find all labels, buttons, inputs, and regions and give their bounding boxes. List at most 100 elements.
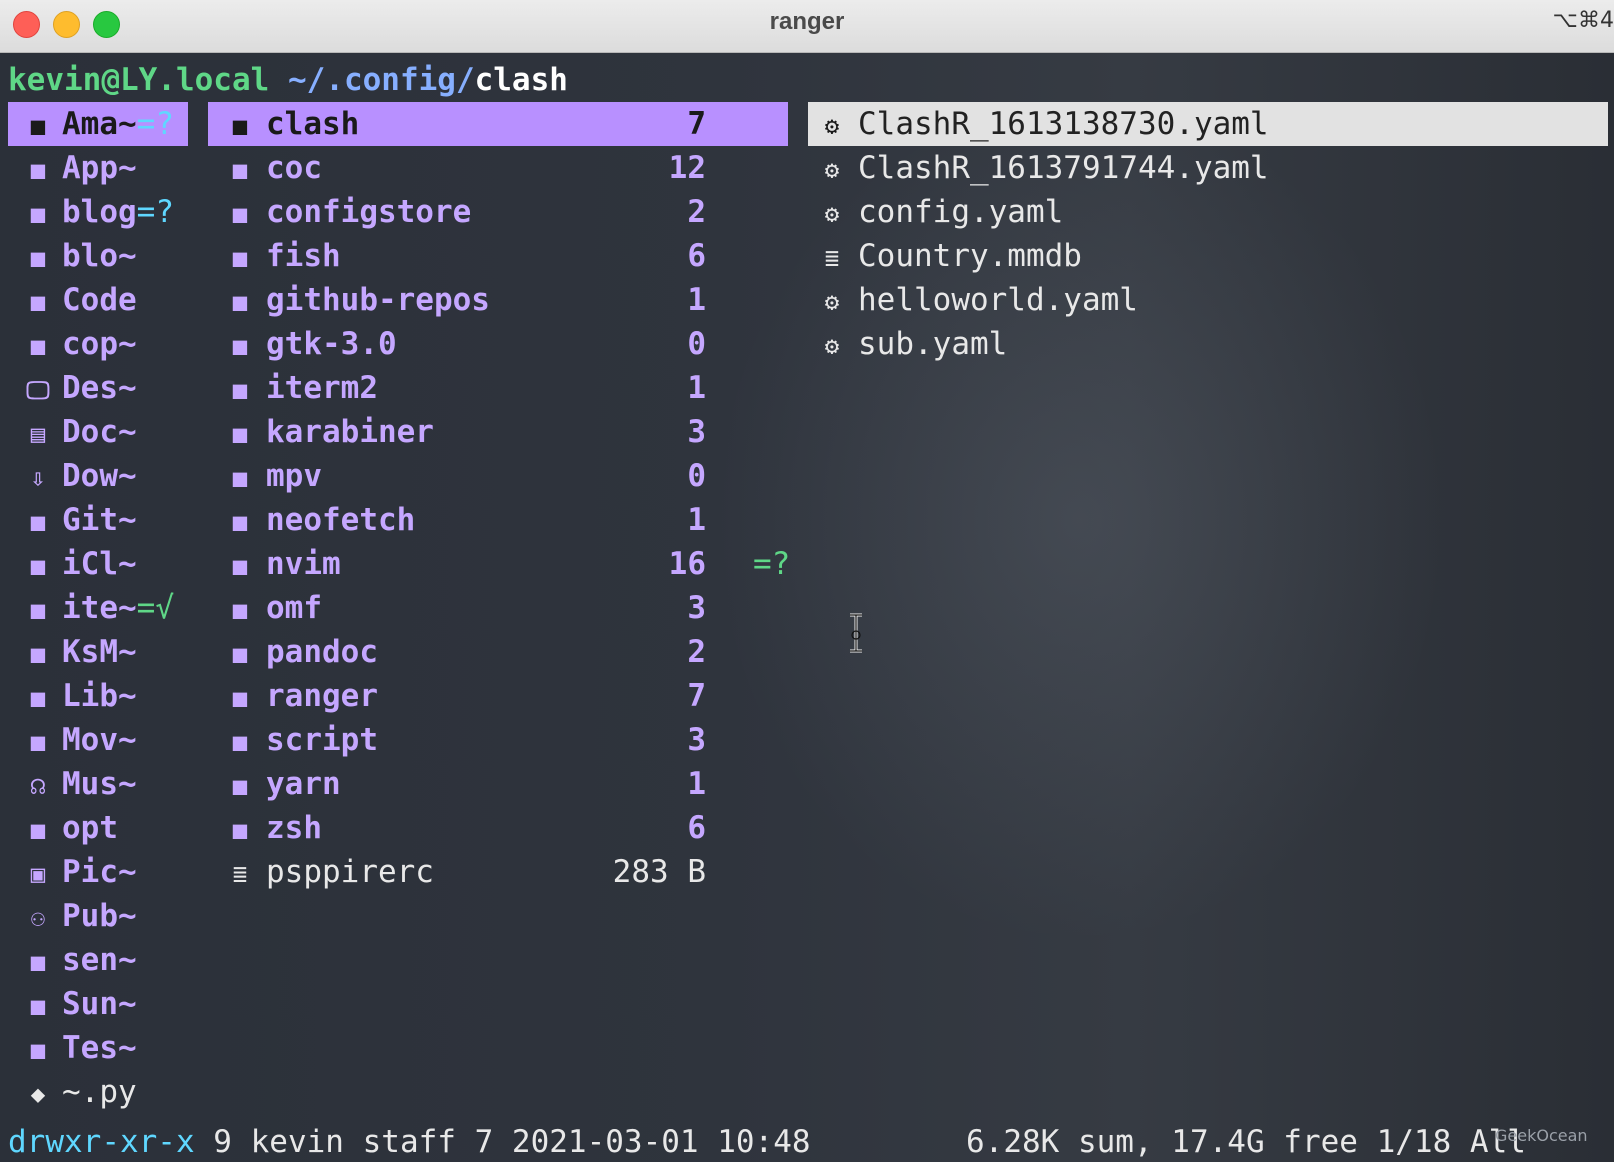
gear-icon: ⚙ xyxy=(824,156,840,184)
directory-entry[interactable]: ■ neofetch 1 xyxy=(208,498,788,542)
directory-entry[interactable]: ■ omf 3 xyxy=(208,586,788,630)
text-file-icon: ≣ xyxy=(824,244,840,272)
headphones-icon: ☊ xyxy=(30,772,46,800)
file-info: 9 kevin staff 7 2021-03-01 10:48 xyxy=(194,1124,811,1160)
current-dir: clash xyxy=(474,62,568,98)
preview-entry[interactable]: ⚙ sub.yaml xyxy=(808,322,1608,366)
entry-name: Pub~ xyxy=(62,898,137,934)
picture-icon: ▣ xyxy=(30,860,46,888)
entry-name: zsh xyxy=(266,810,322,846)
folder-icon: ■ xyxy=(30,200,46,228)
parent-directory-column: ■ Ama~=? ■ App~ ■ blog=? ■ blo~ ■ Code ■ cop~ 🖵 Des~ ▤… xyxy=(8,102,188,1114)
path-header: kevin@LY.local ~/.config/clash xyxy=(8,60,568,100)
parent-entry[interactable]: ■ Lib~ xyxy=(8,674,188,718)
entry-name: sen~ xyxy=(62,942,137,978)
gear-icon: ⚙ xyxy=(824,288,840,316)
entry-count: 6 xyxy=(687,810,706,846)
parent-entry[interactable]: ⚇ Pub~ xyxy=(8,894,188,938)
parent-entry[interactable]: ■ Git~ xyxy=(8,498,188,542)
preview-entry[interactable]: ⚙ ClashR_1613138730.yaml xyxy=(808,102,1608,146)
entry-name: helloworld.yaml xyxy=(858,282,1138,318)
parent-entry[interactable]: ☊ Mus~ xyxy=(8,762,188,806)
folder-icon: ■ xyxy=(232,244,248,272)
preview-entry[interactable]: ⚙ ClashR_1613791744.yaml xyxy=(808,146,1608,190)
directory-entry[interactable]: ■ yarn 1 xyxy=(208,762,788,806)
entry-name: Des~ xyxy=(62,370,137,406)
parent-entry[interactable]: ■ ite~=√ xyxy=(8,586,188,630)
parent-entry[interactable]: ◆ ~.py xyxy=(8,1070,188,1114)
entry-name: psppirerc xyxy=(266,854,434,890)
folder-icon: ■ xyxy=(30,596,46,624)
preview-entry[interactable]: ⚙ helloworld.yaml xyxy=(808,278,1608,322)
directory-entry[interactable]: ■ coc 12 xyxy=(208,146,788,190)
python-icon: ◆ xyxy=(30,1080,46,1108)
permissions: drwxr-xr-x xyxy=(8,1124,195,1160)
entry-name: Dow~ xyxy=(62,458,137,494)
parent-entry[interactable]: ■ cop~ xyxy=(8,322,188,366)
parent-entry[interactable]: ▤ Doc~ xyxy=(8,410,188,454)
directory-entry[interactable]: ■ ranger 7 xyxy=(208,674,788,718)
entry-name: blo~ xyxy=(62,238,137,274)
entry-count: 1 xyxy=(687,282,706,318)
path-prefix: ~/.config/ xyxy=(287,62,475,98)
entry-count: 0 xyxy=(687,458,706,494)
directory-entry[interactable]: ■ pandoc 2 xyxy=(208,630,788,674)
entry-name: Tes~ xyxy=(62,1030,137,1066)
gear-icon: ⚙ xyxy=(824,332,840,360)
directory-entry[interactable]: ■ script 3 xyxy=(208,718,788,762)
entry-name: karabiner xyxy=(266,414,434,450)
window-title: ranger xyxy=(769,8,845,35)
directory-entry[interactable]: ■ github-repos 1 xyxy=(208,278,788,322)
parent-entry[interactable]: ▣ Pic~ xyxy=(8,850,188,894)
entry-name: Sun~ xyxy=(62,986,137,1022)
directory-entry[interactable]: ■ clash 7 xyxy=(208,102,788,146)
entry-count: 12 xyxy=(668,150,706,186)
entry-name: clash xyxy=(266,106,360,142)
users-icon: ⚇ xyxy=(30,904,46,932)
parent-entry[interactable]: ■ blo~ xyxy=(8,234,188,278)
parent-entry[interactable]: ■ opt xyxy=(8,806,188,850)
parent-entry[interactable]: ■ iCl~ xyxy=(8,542,188,586)
directory-entry[interactable]: ■ iterm2 1 xyxy=(208,366,788,410)
directory-entry[interactable]: ■ fish 6 xyxy=(208,234,788,278)
folder-icon: ■ xyxy=(232,464,248,492)
entry-name: nvim xyxy=(266,546,341,582)
parent-entry[interactable]: ■ Mov~ xyxy=(8,718,188,762)
entry-name: omf xyxy=(266,590,322,626)
parent-entry[interactable]: ■ Ama~=? xyxy=(8,102,188,146)
entry-count: 6 xyxy=(687,238,706,274)
preview-entry[interactable]: ≣ Country.mmdb xyxy=(808,234,1608,278)
parent-entry[interactable]: ■ Code xyxy=(8,278,188,322)
folder-icon: ■ xyxy=(232,288,248,316)
directory-entry[interactable]: ■ mpv 0 xyxy=(208,454,788,498)
user-host: kevin@LY.local xyxy=(8,62,270,98)
entry-count: 2 xyxy=(687,634,706,670)
entry-count: 2 xyxy=(687,194,706,230)
folder-icon: ■ xyxy=(232,728,248,756)
entry-name: config.yaml xyxy=(858,194,1064,230)
file-entry[interactable]: ≣ psppirerc 283 B xyxy=(208,850,788,894)
directory-entry[interactable]: ■ karabiner 3 xyxy=(208,410,788,454)
folder-icon: ■ xyxy=(30,948,46,976)
directory-entry[interactable]: ■ gtk-3.0 0 xyxy=(208,322,788,366)
folder-icon: ■ xyxy=(232,112,248,140)
parent-entry[interactable]: ■ Sun~ xyxy=(8,982,188,1026)
preview-entry[interactable]: ⚙ config.yaml xyxy=(808,190,1608,234)
parent-entry[interactable]: ■ Tes~ xyxy=(8,1026,188,1070)
entry-count: 16 xyxy=(668,546,706,582)
parent-entry[interactable]: ■ blog=? xyxy=(8,190,188,234)
directory-entry[interactable]: ■ nvim 16 =? xyxy=(208,542,791,586)
parent-entry[interactable]: ■ sen~ xyxy=(8,938,188,982)
vcs-status: =? xyxy=(136,194,174,230)
entry-count: 3 xyxy=(687,722,706,758)
text-cursor-icon xyxy=(850,613,862,653)
parent-entry[interactable]: ■ App~ xyxy=(8,146,188,190)
directory-entry[interactable]: ■ configstore 2 xyxy=(208,190,788,234)
folder-icon: ■ xyxy=(30,508,46,536)
entry-name: coc xyxy=(266,150,322,186)
directory-entry[interactable]: ■ zsh 6 xyxy=(208,806,788,850)
parent-entry[interactable]: 🖵 Des~ xyxy=(8,366,188,410)
parent-entry[interactable]: ■ KsM~ xyxy=(8,630,188,674)
entry-name: pandoc xyxy=(266,634,378,670)
parent-entry[interactable]: ⇩ Dow~ xyxy=(8,454,188,498)
